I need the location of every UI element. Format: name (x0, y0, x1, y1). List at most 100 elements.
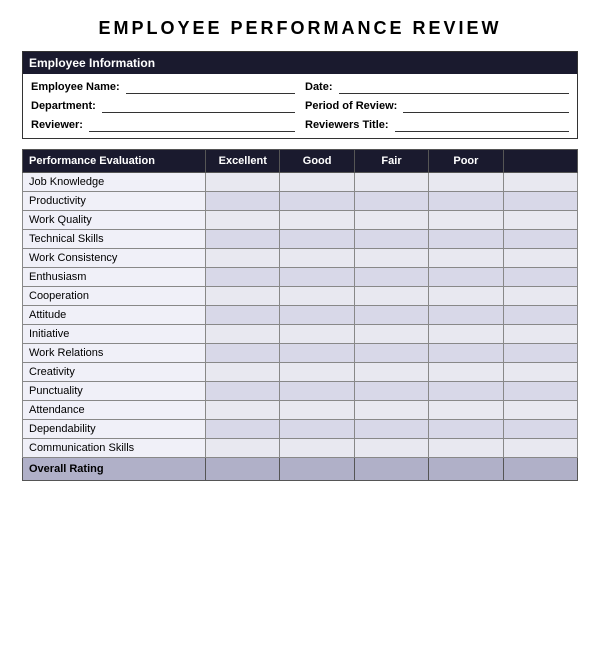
col-header-performance: Performance Evaluation (23, 150, 206, 173)
row-4-extra[interactable] (503, 249, 577, 268)
row-label-8: Initiative (23, 325, 206, 344)
overall-good[interactable] (280, 458, 354, 481)
row-14-excellent[interactable] (206, 439, 280, 458)
row-11-poor[interactable] (429, 382, 503, 401)
overall-excellent[interactable] (206, 458, 280, 481)
row-8-excellent[interactable] (206, 325, 280, 344)
row-13-fair[interactable] (354, 420, 428, 439)
row-1-poor[interactable] (429, 192, 503, 211)
row-2-poor[interactable] (429, 211, 503, 230)
reviewer-field[interactable] (89, 118, 295, 132)
row-10-poor[interactable] (429, 363, 503, 382)
employee-info-section: Employee Information Employee Name: Depa… (22, 51, 578, 139)
overall-fair[interactable] (354, 458, 428, 481)
row-5-fair[interactable] (354, 268, 428, 287)
period-field[interactable] (403, 99, 569, 113)
row-8-poor[interactable] (429, 325, 503, 344)
row-0-excellent[interactable] (206, 173, 280, 192)
row-13-extra[interactable] (503, 420, 577, 439)
row-label-6: Cooperation (23, 287, 206, 306)
row-4-excellent[interactable] (206, 249, 280, 268)
row-5-extra[interactable] (503, 268, 577, 287)
row-1-fair[interactable] (354, 192, 428, 211)
performance-evaluation-table: Performance Evaluation Excellent Good Fa… (22, 149, 578, 481)
row-11-good[interactable] (280, 382, 354, 401)
row-3-fair[interactable] (354, 230, 428, 249)
col-header-good: Good (280, 150, 354, 173)
page-title: EMPLOYEE PERFORMANCE REVIEW (22, 18, 578, 39)
row-3-excellent[interactable] (206, 230, 280, 249)
row-6-extra[interactable] (503, 287, 577, 306)
row-10-fair[interactable] (354, 363, 428, 382)
row-4-fair[interactable] (354, 249, 428, 268)
row-6-fair[interactable] (354, 287, 428, 306)
row-12-good[interactable] (280, 401, 354, 420)
date-field[interactable] (339, 80, 569, 94)
row-label-11: Punctuality (23, 382, 206, 401)
row-4-good[interactable] (280, 249, 354, 268)
row-0-poor[interactable] (429, 173, 503, 192)
row-10-good[interactable] (280, 363, 354, 382)
row-2-good[interactable] (280, 211, 354, 230)
row-12-extra[interactable] (503, 401, 577, 420)
row-6-good[interactable] (280, 287, 354, 306)
row-7-extra[interactable] (503, 306, 577, 325)
row-11-excellent[interactable] (206, 382, 280, 401)
row-1-excellent[interactable] (206, 192, 280, 211)
row-10-extra[interactable] (503, 363, 577, 382)
row-1-good[interactable] (280, 192, 354, 211)
overall-extra (503, 458, 577, 481)
row-3-poor[interactable] (429, 230, 503, 249)
reviewers-title-label: Reviewers Title: (305, 119, 389, 131)
row-9-excellent[interactable] (206, 344, 280, 363)
employee-info-header: Employee Information (23, 52, 577, 74)
row-1-extra[interactable] (503, 192, 577, 211)
row-0-extra[interactable] (503, 173, 577, 192)
row-label-7: Attitude (23, 306, 206, 325)
row-9-poor[interactable] (429, 344, 503, 363)
row-6-excellent[interactable] (206, 287, 280, 306)
row-5-poor[interactable] (429, 268, 503, 287)
col-header-poor: Poor (429, 150, 503, 173)
row-3-good[interactable] (280, 230, 354, 249)
row-13-excellent[interactable] (206, 420, 280, 439)
row-0-fair[interactable] (354, 173, 428, 192)
row-8-good[interactable] (280, 325, 354, 344)
row-7-good[interactable] (280, 306, 354, 325)
row-label-9: Work Relations (23, 344, 206, 363)
row-2-fair[interactable] (354, 211, 428, 230)
row-8-extra[interactable] (503, 325, 577, 344)
row-3-extra[interactable] (503, 230, 577, 249)
employee-name-field[interactable] (126, 80, 295, 94)
reviewers-title-field[interactable] (395, 118, 569, 132)
row-2-extra[interactable] (503, 211, 577, 230)
row-7-excellent[interactable] (206, 306, 280, 325)
row-7-poor[interactable] (429, 306, 503, 325)
row-9-good[interactable] (280, 344, 354, 363)
row-12-fair[interactable] (354, 401, 428, 420)
row-11-fair[interactable] (354, 382, 428, 401)
department-field[interactable] (102, 99, 295, 113)
row-5-excellent[interactable] (206, 268, 280, 287)
row-13-good[interactable] (280, 420, 354, 439)
row-13-poor[interactable] (429, 420, 503, 439)
row-14-good[interactable] (280, 439, 354, 458)
row-12-excellent[interactable] (206, 401, 280, 420)
row-9-extra[interactable] (503, 344, 577, 363)
row-2-excellent[interactable] (206, 211, 280, 230)
row-14-fair[interactable] (354, 439, 428, 458)
row-0-good[interactable] (280, 173, 354, 192)
row-8-fair[interactable] (354, 325, 428, 344)
row-label-2: Work Quality (23, 211, 206, 230)
row-10-excellent[interactable] (206, 363, 280, 382)
row-4-poor[interactable] (429, 249, 503, 268)
row-6-poor[interactable] (429, 287, 503, 306)
row-12-poor[interactable] (429, 401, 503, 420)
row-14-poor[interactable] (429, 439, 503, 458)
overall-poor[interactable] (429, 458, 503, 481)
row-7-fair[interactable] (354, 306, 428, 325)
row-11-extra[interactable] (503, 382, 577, 401)
row-14-extra[interactable] (503, 439, 577, 458)
row-9-fair[interactable] (354, 344, 428, 363)
row-5-good[interactable] (280, 268, 354, 287)
